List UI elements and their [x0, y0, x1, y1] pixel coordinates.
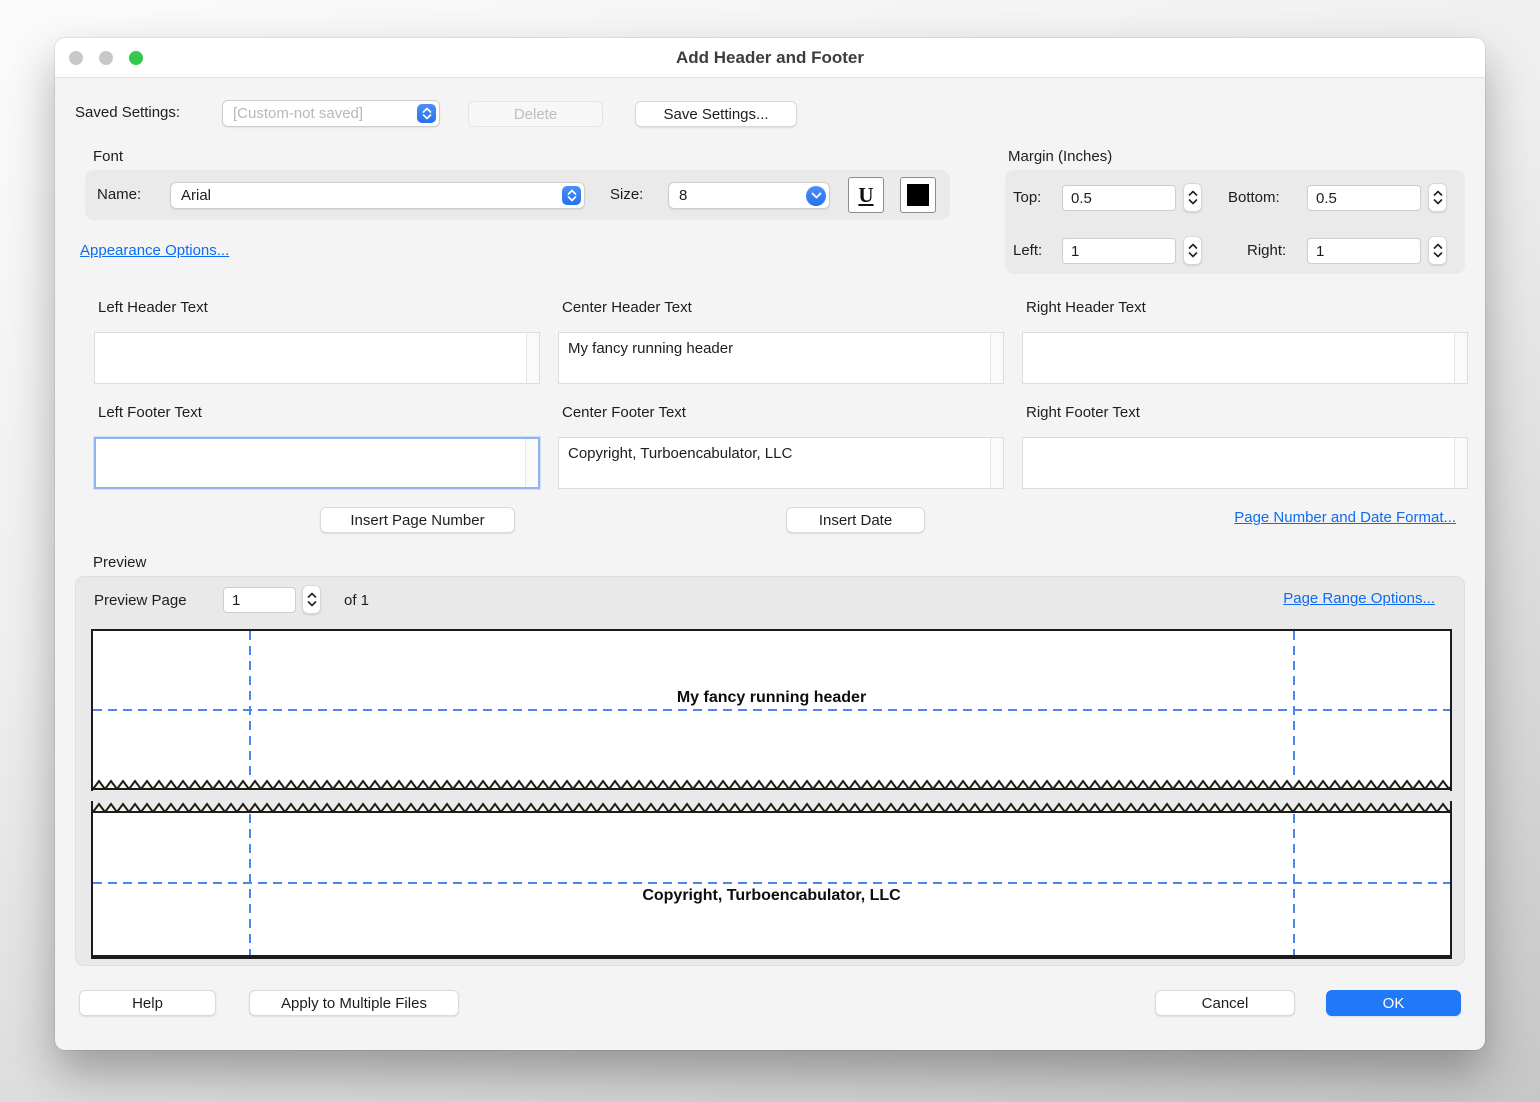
font-name-dropdown[interactable]: Arial: [170, 182, 585, 209]
left-footer-label: Left Footer Text: [98, 404, 202, 421]
preview-header-text: My fancy running header: [93, 688, 1450, 708]
margin-bottom-input[interactable]: [1307, 185, 1421, 211]
margin-left-label: Left:: [1013, 242, 1042, 259]
help-button[interactable]: Help: [79, 990, 216, 1016]
left-header-textarea[interactable]: [94, 332, 540, 384]
margin-right-label: Right:: [1247, 242, 1286, 259]
center-footer-textarea[interactable]: Copyright, Turboencabulator, LLC: [558, 437, 1004, 489]
margin-left-input[interactable]: [1062, 238, 1176, 264]
margin-right-stepper[interactable]: [1428, 236, 1447, 265]
saved-settings-value: [Custom-not saved]: [233, 105, 417, 122]
font-panel: Name: Arial Size: 8 U: [85, 170, 950, 220]
margin-panel: Top: Bottom: Left: Right:: [1005, 170, 1465, 274]
preview-group-label: Preview: [93, 554, 146, 571]
font-name-label: Name:: [97, 186, 141, 203]
font-size-label: Size:: [610, 186, 643, 203]
saved-settings-dropdown[interactable]: [Custom-not saved]: [222, 100, 440, 127]
margin-bottom-stepper[interactable]: [1428, 183, 1447, 212]
save-settings-button[interactable]: Save Settings...: [635, 101, 797, 127]
add-header-footer-dialog: Add Header and Footer Saved Settings: [C…: [55, 38, 1485, 1050]
torn-edge-zigzag: [93, 778, 1450, 791]
margin-group-label: Margin (Inches): [1008, 148, 1112, 165]
page-number-date-format-link[interactable]: Page Number and Date Format...: [1234, 509, 1456, 526]
right-margin-guide: [1293, 814, 1295, 955]
appearance-options-link[interactable]: Appearance Options...: [80, 242, 229, 259]
center-footer-label: Center Footer Text: [562, 404, 686, 421]
font-size-combobox[interactable]: 8: [668, 182, 830, 209]
font-color-button[interactable]: [900, 177, 936, 213]
font-size-value: 8: [679, 187, 806, 204]
right-header-textarea[interactable]: [1022, 332, 1468, 384]
right-footer-textarea[interactable]: [1022, 437, 1468, 489]
center-header-label: Center Header Text: [562, 299, 692, 316]
insert-page-number-button[interactable]: Insert Page Number: [320, 507, 515, 533]
top-margin-guide: [93, 709, 1450, 711]
margin-top-input[interactable]: [1062, 185, 1176, 211]
title-bar: Add Header and Footer: [55, 38, 1485, 78]
left-header-label: Left Header Text: [98, 299, 208, 316]
preview-page-label: Preview Page: [94, 592, 187, 609]
preview-page-input[interactable]: [223, 587, 296, 613]
left-footer-textarea[interactable]: [94, 437, 540, 489]
cancel-button[interactable]: Cancel: [1155, 990, 1295, 1016]
center-header-textarea[interactable]: My fancy running header: [558, 332, 1004, 384]
saved-settings-label: Saved Settings:: [75, 104, 180, 121]
delete-button[interactable]: Delete: [468, 101, 603, 127]
font-color-swatch: [907, 184, 929, 206]
left-margin-guide: [249, 814, 251, 955]
margin-top-label: Top:: [1013, 189, 1055, 206]
page-range-options-link[interactable]: Page Range Options...: [1283, 590, 1435, 607]
insert-date-button[interactable]: Insert Date: [786, 507, 925, 533]
ok-button[interactable]: OK: [1326, 990, 1461, 1016]
bottom-margin-guide: [93, 882, 1450, 884]
margin-top-stepper[interactable]: [1183, 183, 1202, 212]
margin-left-stepper[interactable]: [1183, 236, 1202, 265]
font-group-label: Font: [93, 148, 123, 165]
preview-footer-text: Copyright, Turboencabulator, LLC: [93, 886, 1450, 906]
preview-panel: Preview Page of 1 Page Range Options... …: [75, 576, 1465, 966]
torn-edge-zigzag: [93, 801, 1450, 814]
margin-bottom-label: Bottom:: [1228, 189, 1280, 206]
preview-page-count-label: of 1: [344, 592, 369, 609]
underline-button[interactable]: U: [848, 177, 884, 213]
margin-right-input[interactable]: [1307, 238, 1421, 264]
chevron-up-down-icon: [562, 186, 581, 205]
dialog-title: Add Header and Footer: [55, 38, 1485, 78]
apply-to-multiple-files-button[interactable]: Apply to Multiple Files: [249, 990, 459, 1016]
preview-page-footer-section: Copyright, Turboencabulator, LLC: [91, 801, 1452, 959]
preview-page-header-section: My fancy running header: [91, 629, 1452, 791]
right-header-label: Right Header Text: [1026, 299, 1146, 316]
preview-page-stepper[interactable]: [302, 585, 321, 614]
chevron-up-down-icon: [417, 104, 436, 123]
font-name-value: Arial: [181, 187, 562, 204]
right-footer-label: Right Footer Text: [1026, 404, 1140, 421]
chevron-down-icon: [806, 186, 826, 206]
